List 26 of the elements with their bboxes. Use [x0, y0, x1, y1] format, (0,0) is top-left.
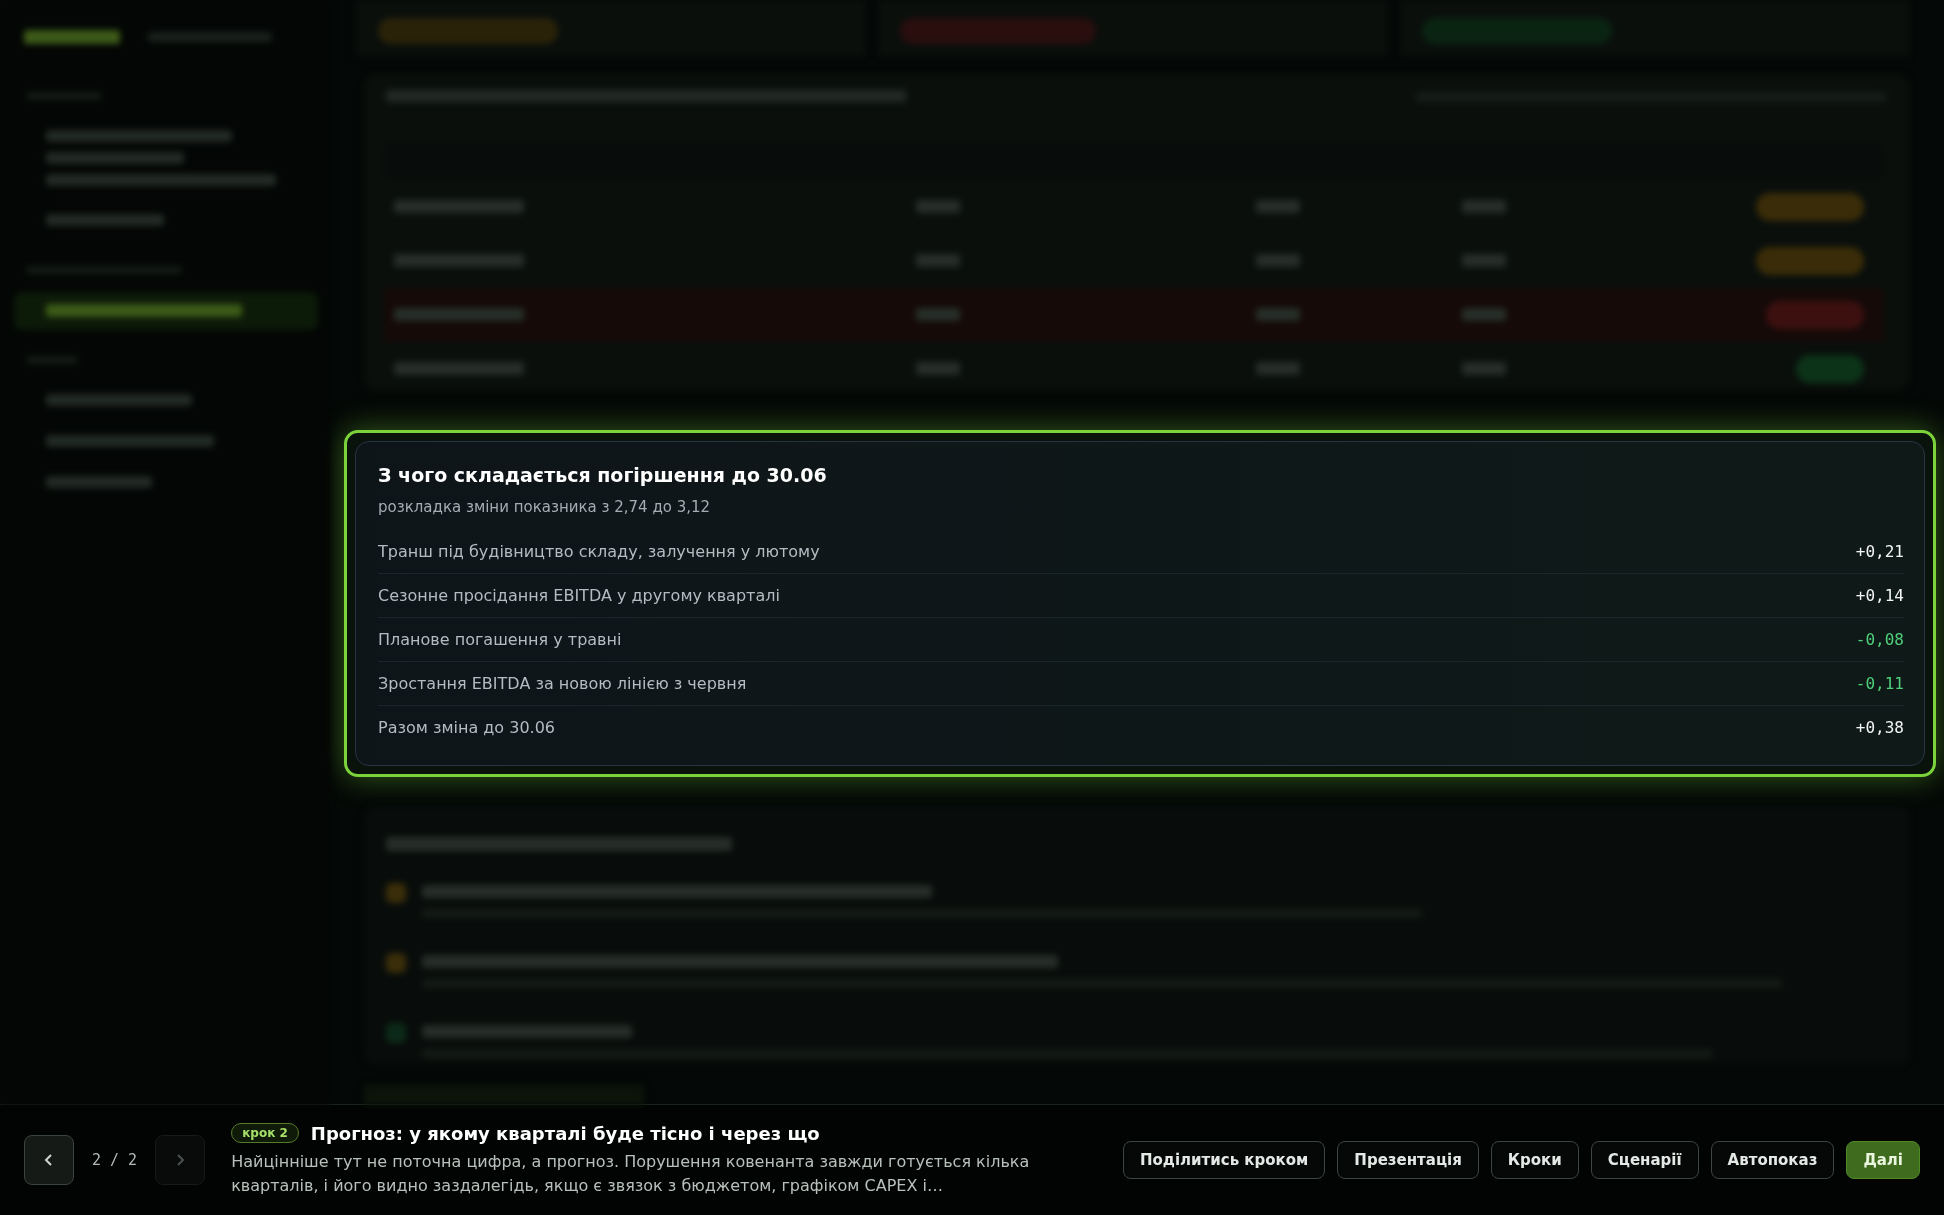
step-description: Найцінніше тут не поточна цифра, а прогноз. Порушення ковенанта завжди готується кілька кварталів, і його видно заздалегідь, якщо є звязок з бюджетом, графіком CAPEX і… — [231, 1150, 1031, 1197]
breakdown-label: Транш під будівництво складу, залучення у лютому — [378, 542, 820, 561]
breakdown-label: Разом зміна до 30.06 — [378, 718, 556, 737]
card-subtitle: розкладка зміни показника з 2,74 до 3,12 — [378, 498, 712, 516]
chevron-left-icon — [44, 1153, 54, 1167]
breakdown-value: +0,21 — [1855, 542, 1904, 561]
breakdown-value: -0,11 — [1855, 674, 1904, 693]
previous-button[interactable] — [24, 1135, 74, 1185]
step-badge: крок 2 — [231, 1123, 299, 1143]
breakdown-value: -0,08 — [1855, 630, 1904, 649]
tour-button[interactable]: Поділитись кроком — [1122, 1141, 1326, 1179]
card-title: З чого складається погіршення до 30.06 — [378, 464, 828, 486]
breakdown-value: +0,14 — [1855, 586, 1904, 605]
breakdown-label: Сезонне просідання EBITDA у другому кварталі — [378, 586, 780, 605]
tour-button[interactable]: Презентація — [1337, 1141, 1479, 1179]
step-counter: 2 / 2 — [92, 1151, 138, 1169]
tour-button[interactable]: Кроки — [1490, 1141, 1579, 1179]
chevron-right-icon — [175, 1153, 186, 1167]
breakdown-label: Зростання EBITDA за новою лінією з червня — [378, 674, 747, 693]
step-title: Прогноз: у якому кварталі буде тісно і через що — [310, 1122, 820, 1144]
tour-button[interactable]: Сценарії — [1590, 1141, 1699, 1179]
next-arrow-button[interactable] — [155, 1135, 206, 1185]
tour-button[interactable]: Автопоказ — [1710, 1141, 1835, 1179]
breakdown-value: +0,38 — [1855, 718, 1904, 737]
tour-button[interactable]: Далі — [1846, 1141, 1920, 1179]
breakdown-label: Планове погашення у травні — [378, 630, 622, 649]
